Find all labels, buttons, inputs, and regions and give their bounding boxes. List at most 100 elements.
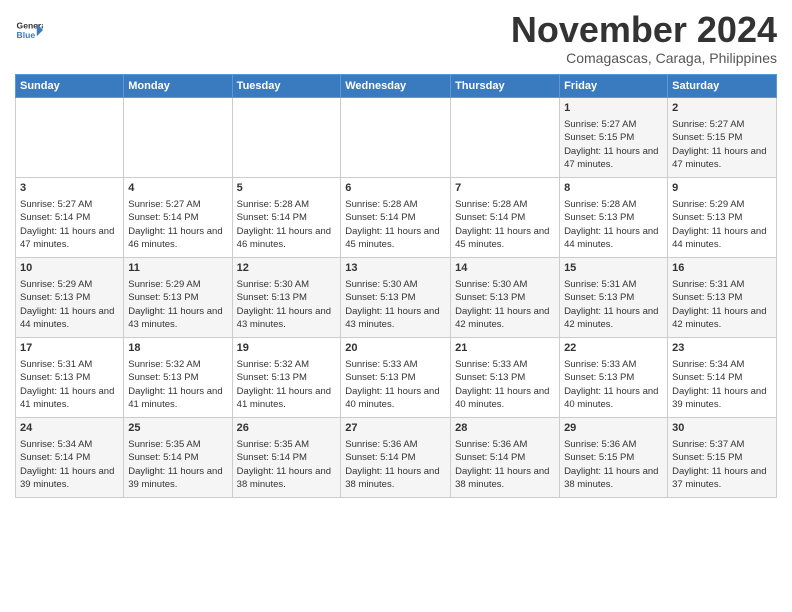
day-info-line: Sunset: 5:13 PM (128, 291, 227, 304)
calendar-week: 1Sunrise: 5:27 AMSunset: 5:15 PMDaylight… (16, 97, 777, 177)
day-info-line: Sunset: 5:13 PM (564, 211, 663, 224)
calendar-week: 10Sunrise: 5:29 AMSunset: 5:13 PMDayligh… (16, 257, 777, 337)
day-info-line: Daylight: 11 hours and 46 minutes. (237, 225, 337, 252)
day-number: 19 (237, 341, 337, 356)
day-number: 26 (237, 421, 337, 436)
day-header: Thursday (451, 74, 560, 97)
calendar-cell: 24Sunrise: 5:34 AMSunset: 5:14 PMDayligh… (16, 417, 124, 497)
day-header: Saturday (668, 74, 777, 97)
day-info-line: Sunset: 5:14 PM (128, 451, 227, 464)
month-title: November 2024 (511, 10, 777, 50)
calendar-cell: 27Sunrise: 5:36 AMSunset: 5:14 PMDayligh… (341, 417, 451, 497)
calendar-cell: 28Sunrise: 5:36 AMSunset: 5:14 PMDayligh… (451, 417, 560, 497)
calendar-cell: 5Sunrise: 5:28 AMSunset: 5:14 PMDaylight… (232, 177, 341, 257)
day-info-line: Daylight: 11 hours and 44 minutes. (20, 305, 119, 332)
day-info-line: Daylight: 11 hours and 43 minutes. (237, 305, 337, 332)
day-number: 11 (128, 261, 227, 276)
day-info-line: Sunset: 5:15 PM (564, 131, 663, 144)
day-info-line: Sunset: 5:14 PM (237, 451, 337, 464)
calendar-cell (124, 97, 232, 177)
day-number: 28 (455, 421, 555, 436)
day-info-line: Daylight: 11 hours and 40 minutes. (455, 385, 555, 412)
calendar-cell: 11 Sunrise: 5:29 AMSunset: 5:13 PMDayligh… (124, 257, 232, 337)
day-info-line: Daylight: 11 hours and 38 minutes. (345, 465, 446, 492)
day-info-line: Daylight: 11 hours and 45 minutes. (345, 225, 446, 252)
day-number: 25 (128, 421, 227, 436)
day-number: 17 (20, 341, 119, 356)
logo-icon: General Blue (15, 16, 43, 44)
day-info-line: Daylight: 11 hours and 44 minutes. (564, 225, 663, 252)
calendar-cell: 8 Sunrise: 5:28 AMSunset: 5:13 PMDaylight… (560, 177, 668, 257)
calendar-cell: 16Sunrise: 5:31 AMSunset: 5:13 PMDayligh… (668, 257, 777, 337)
calendar-cell: 17Sunrise: 5:31 AMSunset: 5:13 PMDayligh… (16, 337, 124, 417)
day-info-line: Sunrise: 5:33 AM (564, 358, 663, 371)
day-info-line: Daylight: 11 hours and 42 minutes. (564, 305, 663, 332)
calendar-cell: 29Sunrise: 5:36 AMSunset: 5:15 PMDayligh… (560, 417, 668, 497)
day-info-line: Daylight: 11 hours and 39 minutes. (20, 465, 119, 492)
day-info-line: Sunrise: 5:28 AM (564, 198, 663, 211)
day-number: 18 (128, 341, 227, 356)
calendar-cell: 7Sunrise: 5:28 AMSunset: 5:14 PMDaylight… (451, 177, 560, 257)
day-info-line: Sunrise: 5:35 AM (128, 438, 227, 451)
day-header: Tuesday (232, 74, 341, 97)
day-info-line: Sunset: 5:14 PM (237, 211, 337, 224)
day-number: 4 (128, 181, 227, 196)
calendar-cell: 4Sunrise: 5:27 AMSunset: 5:14 PMDaylight… (124, 177, 232, 257)
day-number: 21 (455, 341, 555, 356)
day-number: 2 (672, 101, 772, 116)
day-number: 27 (345, 421, 446, 436)
day-info-line: Sunset: 5:13 PM (564, 371, 663, 384)
day-header: Friday (560, 74, 668, 97)
day-info-line: Sunrise: 5:28 AM (345, 198, 446, 211)
logo: General Blue (15, 16, 43, 44)
day-info-line: Sunset: 5:13 PM (345, 371, 446, 384)
day-info-line: Sunrise: 5:34 AM (672, 358, 772, 371)
calendar-body: 1Sunrise: 5:27 AMSunset: 5:15 PMDaylight… (16, 97, 777, 497)
day-info-line: Sunset: 5:13 PM (20, 371, 119, 384)
day-info-line: Sunrise: 5:28 AM (237, 198, 337, 211)
calendar-cell: 1Sunrise: 5:27 AMSunset: 5:15 PMDaylight… (560, 97, 668, 177)
day-info-line: Sunrise: 5:27 AM (564, 118, 663, 131)
day-number: 16 (672, 261, 772, 276)
day-info-line: Sunset: 5:14 PM (455, 211, 555, 224)
day-info-line: Daylight: 11 hours and 44 minutes. (672, 225, 772, 252)
day-info-line: Sunset: 5:13 PM (345, 291, 446, 304)
calendar-week: 24Sunrise: 5:34 AMSunset: 5:14 PMDayligh… (16, 417, 777, 497)
day-info-line: Sunset: 5:14 PM (20, 211, 119, 224)
day-info-line: Daylight: 11 hours and 43 minutes. (128, 305, 227, 332)
day-info-line: Sunrise: 5:31 AM (20, 358, 119, 371)
day-info-line: Sunrise: 5:29 AM (128, 278, 227, 291)
day-info-line: Daylight: 11 hours and 41 minutes. (128, 385, 227, 412)
day-info-line: Sunset: 5:13 PM (128, 371, 227, 384)
day-number: 10 (20, 261, 119, 276)
day-info-line: Sunrise: 5:27 AM (128, 198, 227, 211)
day-number: 15 (564, 261, 663, 276)
day-info-line: Sunrise: 5:27 AM (20, 198, 119, 211)
day-info-line: Sunset: 5:15 PM (672, 131, 772, 144)
day-header: Monday (124, 74, 232, 97)
day-info-line: Daylight: 11 hours and 39 minutes. (672, 385, 772, 412)
day-info-line: Sunset: 5:13 PM (237, 291, 337, 304)
calendar-table: SundayMondayTuesdayWednesdayThursdayFrid… (15, 74, 777, 498)
calendar-week: 3Sunrise: 5:27 AMSunset: 5:14 PMDaylight… (16, 177, 777, 257)
day-number: 12 (237, 261, 337, 276)
calendar-cell: 30Sunrise: 5:37 AMSunset: 5:15 PMDayligh… (668, 417, 777, 497)
header-row: SundayMondayTuesdayWednesdayThursdayFrid… (16, 74, 777, 97)
day-info-line: Sunrise: 5:36 AM (455, 438, 555, 451)
calendar-cell: 20Sunrise: 5:33 AMSunset: 5:13 PMDayligh… (341, 337, 451, 417)
day-info-line: Daylight: 11 hours and 38 minutes. (237, 465, 337, 492)
day-info-line: Sunset: 5:14 PM (345, 211, 446, 224)
calendar-cell (451, 97, 560, 177)
day-number: 8 (564, 181, 663, 196)
day-info-line: Sunset: 5:13 PM (564, 291, 663, 304)
day-info-line: Sunrise: 5:30 AM (455, 278, 555, 291)
day-info-line: Sunrise: 5:33 AM (345, 358, 446, 371)
day-info-line: Sunset: 5:13 PM (20, 291, 119, 304)
day-info-line: Sunset: 5:14 PM (345, 451, 446, 464)
day-info-line: Sunrise: 5:37 AM (672, 438, 772, 451)
calendar-cell: 22Sunrise: 5:33 AMSunset: 5:13 PMDayligh… (560, 337, 668, 417)
day-header: Sunday (16, 74, 124, 97)
day-info-line: Sunset: 5:13 PM (672, 211, 772, 224)
day-info-line: Daylight: 11 hours and 47 minutes. (564, 145, 663, 172)
day-number: 22 (564, 341, 663, 356)
